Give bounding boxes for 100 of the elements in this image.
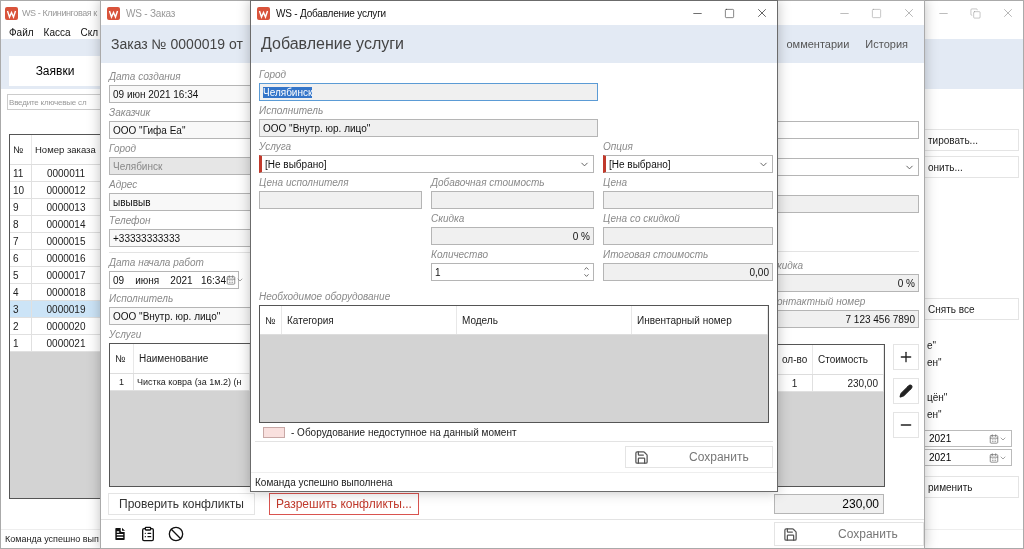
text-field[interactable] (777, 121, 919, 139)
edit-button[interactable] (893, 378, 919, 404)
field-label: Город (109, 143, 138, 155)
table-row[interactable]: 1 0000021 (10, 335, 101, 352)
table-row[interactable]: 1 Чистка ковра (за 1м.2) (н (110, 374, 250, 391)
column-header: Категория (282, 306, 457, 334)
apply-button[interactable]: рименить (924, 476, 1019, 498)
legend-text: - Оборудование недоступное на данный момент (291, 427, 517, 438)
menu-item[interactable]: Файл (9, 26, 34, 38)
text-field[interactable]: 0,00 (603, 263, 773, 281)
resolve-conflicts-button[interactable]: Разрешить конфликты... (269, 493, 419, 515)
table-row[interactable]: 5 0000017 (10, 267, 101, 284)
text-field[interactable]: ООО "Внутр. юр. лицо" (259, 119, 598, 137)
table-row[interactable]: 11 0000011 (10, 165, 101, 182)
table-cell: 1 (110, 374, 134, 390)
check-conflicts-button[interactable]: Проверить конфликты (108, 493, 255, 515)
menu-item[interactable]: Скл (80, 26, 99, 38)
text-field[interactable]: 09 июн 2021 16:34 (109, 85, 251, 103)
pencil-icon[interactable] (899, 384, 913, 398)
search-field[interactable]: Введите ключевые сл (7, 94, 101, 110)
add-button[interactable] (893, 344, 919, 370)
column-header: Инвентарный номер (632, 306, 768, 334)
status-bar: Команда успешно выполнена (251, 472, 777, 491)
plus-icon[interactable] (898, 349, 914, 365)
field-label: Адрес (109, 179, 139, 191)
table-row[interactable]: 9 0000013 (10, 199, 101, 216)
text-field[interactable] (259, 191, 422, 209)
remove-button[interactable] (893, 412, 919, 438)
total-field: 230,00 (774, 494, 884, 514)
text-field[interactable]: ООО "Внутр. юр. лицо" (109, 307, 251, 325)
table-row[interactable]: 1 230,00 (777, 375, 884, 392)
app-logo-icon (257, 6, 270, 20)
window-title: WS - Добавление услуги (276, 7, 386, 19)
text-field[interactable]: +33333333333 (109, 229, 251, 247)
tab[interactable]: омментарии (786, 38, 850, 50)
text-field[interactable]: Челябинск (259, 83, 598, 101)
text-field[interactable]: 0 % (431, 227, 594, 245)
field-label: онтактный номер (777, 296, 867, 308)
status-option: ен" (924, 357, 1019, 368)
section-label: Услуги (109, 329, 143, 341)
field-label: Дата начала работ (109, 257, 205, 269)
calendar-dropdown-icon[interactable] (989, 452, 1007, 463)
text-field[interactable] (431, 191, 594, 209)
order-heading: Заказ № 0000019 от (111, 36, 243, 52)
save-button[interactable]: Сохранить (774, 522, 924, 546)
clear-all-button[interactable]: Снять все (924, 298, 1019, 320)
maximize-icon[interactable] (724, 7, 735, 19)
calendar-dropdown-icon[interactable] (226, 275, 244, 285)
field-label: Телефон (109, 215, 152, 227)
field-label: Опция (603, 141, 634, 153)
table-row[interactable]: 6 0000016 (10, 250, 101, 267)
table-row[interactable]: 4 0000018 (10, 284, 101, 301)
text-field[interactable]: ывывыв (109, 193, 251, 211)
dropdown[interactable]: [Не выбрано] (259, 155, 594, 173)
table-cell: 6 (10, 250, 32, 266)
text-field[interactable] (603, 227, 773, 245)
number-field[interactable]: 1 (431, 263, 594, 281)
save-button[interactable]: Сохранить (625, 446, 773, 468)
app-logo-icon (107, 6, 120, 20)
calendar-dropdown-icon[interactable] (989, 433, 1007, 444)
table-row[interactable]: 10 0000012 (10, 182, 101, 199)
table-cell: 11 (10, 165, 32, 181)
field-label: Исполнитель (109, 293, 175, 305)
action-button[interactable]: тировать... (924, 129, 1019, 151)
status-option: ен" (924, 409, 1019, 420)
tab[interactable]: Заявки (9, 56, 101, 86)
field-label: Цена (603, 177, 629, 189)
field-label: Цена исполнителя (259, 177, 350, 189)
text-field[interactable] (603, 191, 773, 209)
dropdown[interactable]: [Не выбрано] (603, 155, 773, 173)
close-icon[interactable] (755, 6, 769, 20)
date-field[interactable]: 2021 (924, 449, 1012, 466)
text-field[interactable]: 0 % (777, 274, 919, 292)
table-cell: 7 (10, 233, 32, 249)
text-field[interactable] (777, 195, 919, 213)
table-row[interactable]: 2 0000020 (10, 318, 101, 335)
dialog-heading: Добавление услуги (261, 35, 405, 53)
action-button[interactable]: онить... (924, 156, 1019, 178)
field-label: Добавочная стоимость (431, 177, 546, 189)
table-row[interactable]: 8 0000014 (10, 216, 101, 233)
table-row[interactable]: 7 0000015 (10, 233, 101, 250)
text-field[interactable]: ООО "Гифа Еа" (109, 121, 251, 139)
menu-item[interactable]: Касса (43, 26, 71, 38)
field-label: Исполнитель (259, 105, 325, 117)
table-cell: 5 (10, 267, 32, 283)
table-row[interactable]: 3 0000019 (10, 301, 101, 318)
date-field[interactable]: 2021 (924, 430, 1012, 447)
column-header: Стоимость (813, 345, 884, 374)
column-header: № (260, 306, 282, 334)
dropdown[interactable] (777, 158, 919, 176)
status-option: е" (924, 340, 1019, 351)
tab[interactable]: История (865, 38, 908, 50)
table-cell: 9 (10, 199, 32, 215)
table-cell: 2 (10, 318, 32, 334)
table-cell: 230,00 (813, 375, 884, 391)
text-field[interactable]: 7 123 456 7890 (777, 310, 919, 328)
table-cell: 8 (10, 216, 32, 232)
table-cell: 10 (10, 182, 32, 198)
window-title: WS - Заказ (126, 7, 176, 19)
field-label: кидка (777, 260, 805, 272)
